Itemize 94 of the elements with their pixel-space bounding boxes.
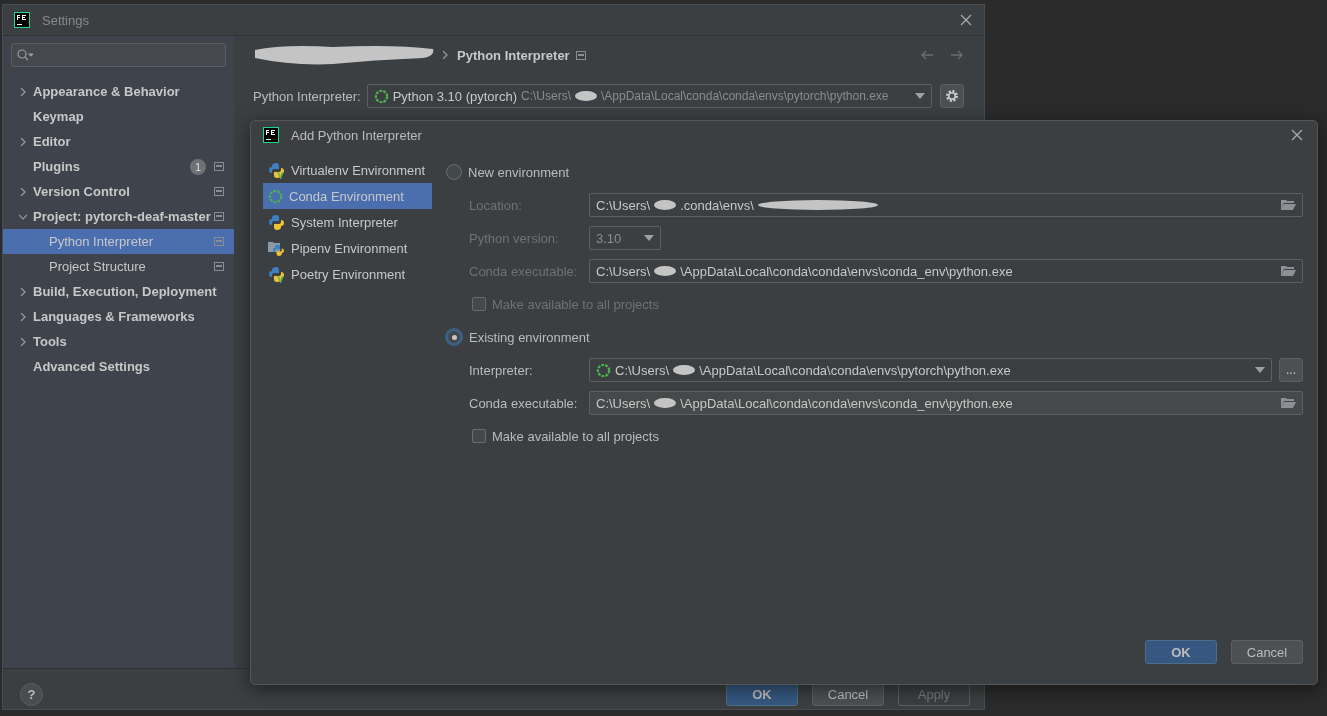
chevron-right-icon[interactable] (19, 337, 27, 346)
redaction-mark (654, 265, 677, 277)
field-label: Conda executable: (468, 395, 579, 411)
environment-type-item[interactable]: System Interpreter (263, 209, 432, 235)
redaction-mark (654, 397, 677, 409)
path-text: \AppData\Local\conda\conda\envs\conda_env\python.exe (680, 263, 1013, 279)
environment-type-item[interactable]: Conda Environment (263, 183, 432, 209)
dialog-title: Add Python Interpreter (291, 127, 423, 143)
caret-icon (1255, 367, 1265, 373)
folder-icon[interactable] (1281, 397, 1296, 409)
sidebar-item[interactable]: Editor (3, 129, 234, 154)
close-icon[interactable] (1291, 129, 1303, 141)
option-label[interactable]: Existing environment (469, 329, 590, 345)
python-icon (268, 265, 285, 283)
window-title: Settings (42, 12, 90, 28)
path-text: \AppData\Local\conda\conda\envs\pytorch\python.exe (601, 89, 889, 103)
dialog-button[interactable]: Cancel (1231, 640, 1303, 664)
field-label: Interpreter: (468, 362, 534, 378)
chevron-right-icon[interactable] (19, 287, 27, 296)
dialog-button[interactable]: OK (1145, 640, 1217, 664)
gear-icon (945, 89, 959, 103)
interpreter-name: Python 3.10 (pytorch) (392, 88, 517, 104)
path-text: C:\Users\ (596, 197, 651, 213)
chevron-right-icon[interactable] (19, 312, 27, 321)
back-arrow-icon[interactable] (920, 50, 934, 60)
sidebar-item[interactable]: Tools (3, 329, 234, 354)
sidebar-item[interactable]: Version Control (3, 179, 234, 204)
sidebar-item[interactable]: Project: pytorch-deaf-master (3, 204, 234, 229)
version-dropdown[interactable]: 3.10 (589, 226, 661, 250)
interpreter-label: Python Interpreter: (253, 88, 361, 104)
caret-icon (644, 235, 654, 241)
window-icon (214, 187, 224, 196)
help-button[interactable]: ? (20, 683, 43, 706)
ring-icon (596, 362, 611, 378)
sidebar-item[interactable]: Appearance & Behavior (3, 79, 234, 104)
path-text: C:\Users\ (615, 362, 670, 378)
search-field[interactable] (11, 43, 226, 67)
window-icon (214, 162, 224, 171)
checkbox-label[interactable]: Make available to all projects (492, 428, 659, 444)
sidebar-item[interactable]: Languages & Frameworks (3, 304, 234, 329)
path-field[interactable]: C:\Users\ \AppData\Local\conda\conda\envs\conda_env\python.exe (589, 259, 1303, 283)
chevron-right-icon[interactable] (19, 187, 27, 196)
window-icon (214, 237, 224, 246)
sidebar-item[interactable]: Advanced Settings (3, 354, 234, 379)
sidebar-item[interactable]: Python Interpreter (3, 229, 234, 254)
interpreter-dropdown[interactable]: C:\Users\ \AppData\Local\conda\conda\envs\pytorch\python.exe (589, 358, 1272, 382)
forward-arrow-icon[interactable] (950, 50, 964, 60)
checkbox[interactable] (472, 297, 486, 311)
count-badge: 1 (190, 158, 206, 175)
app-logo-icon (14, 12, 30, 28)
folder-icon[interactable] (1281, 199, 1296, 211)
page-title: Python Interpreter (457, 47, 570, 63)
redaction-mark (654, 199, 677, 211)
app-logo-icon (263, 127, 279, 143)
sidebar-item[interactable]: Plugins 1 (3, 154, 234, 179)
folder-icon[interactable] (1281, 265, 1296, 277)
path-text: .conda\envs\ (680, 197, 754, 213)
ring-icon (268, 188, 283, 204)
window-icon (214, 212, 224, 221)
option-label[interactable]: New environment (468, 164, 570, 180)
radio-button[interactable] (445, 328, 463, 346)
chevron-down-icon[interactable] (19, 212, 27, 221)
folder-python-icon (268, 239, 285, 257)
path-text: C:\Users\ (520, 89, 571, 103)
path-text: \AppData\Local\conda\conda\envs\pytorch\python.exe (699, 362, 1011, 378)
sidebar-item[interactable]: Keymap (3, 104, 234, 129)
path-field[interactable]: C:\Users\ \AppData\Local\conda\conda\envs\conda_env\python.exe (589, 391, 1303, 415)
environment-type-item[interactable]: Pipenv Environment (263, 235, 432, 261)
window-icon (214, 262, 224, 271)
search-icon (17, 49, 33, 61)
sidebar-item[interactable]: Build, Execution, Deployment (3, 279, 234, 304)
path-text: \AppData\Local\conda\conda\envs\conda_env\python.exe (680, 395, 1013, 411)
path-text: C:\Users\ (596, 395, 651, 411)
sidebar-item[interactable]: Project Structure (3, 254, 234, 279)
chevron-right-icon[interactable] (19, 87, 27, 96)
redaction-mark (575, 90, 597, 102)
browse-button[interactable]: ... (1279, 358, 1303, 382)
environment-type-item[interactable]: Poetry Environment (263, 261, 432, 287)
interpreter-dropdown[interactable]: Python 3.10 (pytorch) C:\Users\ \AppData\Local\conda\conda\envs\pytorch\python.exe (366, 84, 932, 108)
radio-button[interactable] (446, 164, 462, 180)
redaction-mark (673, 364, 696, 376)
chevron-right-icon[interactable] (441, 51, 449, 59)
path-field[interactable]: C:\Users\ .conda\envs\ (589, 193, 1303, 217)
chevron-right-icon[interactable] (19, 137, 27, 146)
environment-type-item[interactable]: Virtualenv Environment (263, 157, 432, 183)
close-icon[interactable] (960, 14, 972, 26)
path-text: C:\Users\ (596, 263, 651, 279)
window-icon (575, 50, 586, 60)
settings-button[interactable] (940, 84, 964, 108)
python-icon (268, 213, 285, 231)
python-icon (268, 161, 285, 179)
ring-icon (373, 88, 389, 104)
checkbox[interactable] (472, 429, 486, 443)
caret-icon (915, 93, 925, 99)
